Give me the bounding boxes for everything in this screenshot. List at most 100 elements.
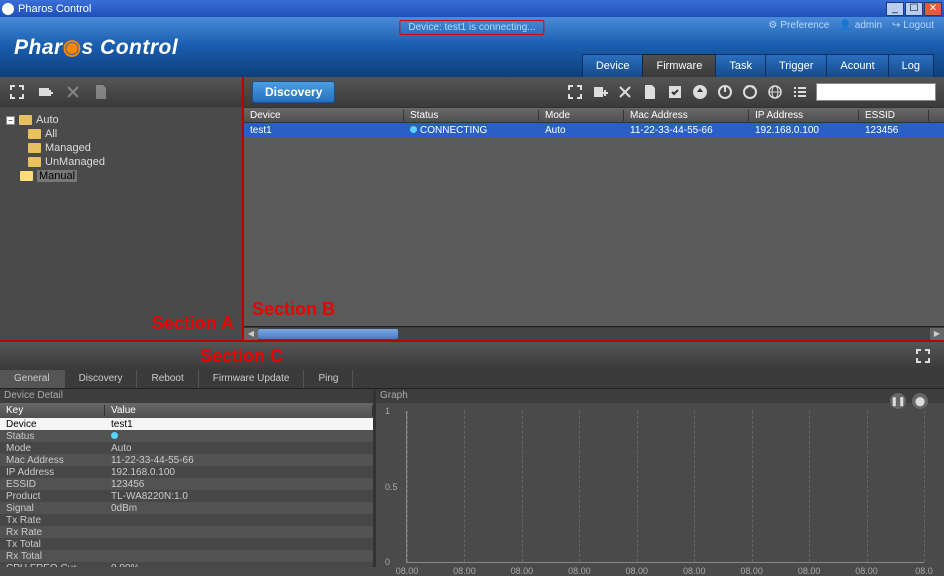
- pause-icon[interactable]: ❚❚: [890, 393, 906, 409]
- main-nav: Device Firmware Task Trigger Acount Log: [583, 54, 934, 77]
- horizontal-scrollbar[interactable]: ◀ ▶: [244, 326, 944, 340]
- status-dot-icon: [410, 126, 417, 133]
- detail-row[interactable]: Signal0dBm: [0, 502, 373, 514]
- tree-node-unmanaged[interactable]: UnManaged: [28, 155, 236, 169]
- search-input[interactable]: [816, 83, 936, 101]
- scroll-track[interactable]: [258, 328, 930, 340]
- detail-row[interactable]: Rx Total: [0, 550, 373, 562]
- tab-device[interactable]: Device: [582, 54, 644, 77]
- dtab-reboot[interactable]: Reboot: [137, 370, 198, 388]
- discovery-button[interactable]: Discovery: [252, 81, 335, 103]
- sidebar: − Auto All Managed UnManaged Manual Sect…: [0, 77, 244, 340]
- detail-row[interactable]: Tx Total: [0, 538, 373, 550]
- device-tree: − Auto All Managed UnManaged Manual: [0, 107, 242, 340]
- col-mode[interactable]: Mode: [539, 110, 624, 121]
- detail-row[interactable]: Devicetest1: [0, 418, 373, 430]
- remove-icon[interactable]: [616, 83, 634, 101]
- close-button[interactable]: ✕: [924, 2, 942, 16]
- tree-node-all[interactable]: All: [28, 127, 236, 141]
- sidebar-toolbar: [0, 77, 242, 107]
- detail-row[interactable]: Rx Rate: [0, 526, 373, 538]
- col-essid[interactable]: ESSID: [859, 110, 929, 121]
- folder-icon: [20, 171, 33, 181]
- globe-icon[interactable]: [766, 83, 784, 101]
- scroll-thumb[interactable]: [258, 329, 398, 339]
- window-titlebar: Pharos Control _ ☐ ✕: [0, 0, 944, 17]
- detail-row[interactable]: ModeAuto: [0, 442, 373, 454]
- add-group-icon[interactable]: [36, 83, 54, 101]
- app-icon: [2, 3, 14, 15]
- upgrade-icon[interactable]: [691, 83, 709, 101]
- user-links: ⚙ Preference 👤 admin ↪ Logout: [768, 20, 934, 31]
- app-logo: Phar◉s Control: [14, 35, 178, 60]
- section-b-label: Section B: [252, 299, 335, 320]
- delete-icon[interactable]: [64, 83, 82, 101]
- list-icon[interactable]: [791, 83, 809, 101]
- record-icon[interactable]: ⬤: [912, 393, 928, 409]
- tree-node-manual[interactable]: Manual: [6, 169, 236, 183]
- detail-row[interactable]: ProductTL-WA8220N:1.0: [0, 490, 373, 502]
- tab-firmware[interactable]: Firmware: [642, 54, 716, 77]
- detail-rows: Devicetest1StatusModeAutoMac Address11-2…: [0, 418, 373, 567]
- tab-log[interactable]: Log: [888, 54, 934, 77]
- detail-row[interactable]: IP Address192.168.0.100: [0, 466, 373, 478]
- detail-grid-header: Key Value: [0, 403, 373, 418]
- detail-row[interactable]: Mac Address11-22-33-44-55-66: [0, 454, 373, 466]
- device-grid-body: test1 CONNECTING Auto 11-22-33-44-55-66 …: [244, 123, 944, 326]
- clock-icon[interactable]: [741, 83, 759, 101]
- expand-icon[interactable]: [566, 83, 584, 101]
- folder-icon: [28, 129, 41, 139]
- preference-link[interactable]: ⚙ Preference: [768, 20, 829, 31]
- add-device-icon[interactable]: [591, 83, 609, 101]
- graph-panel: Graph ❚❚ ⬤ 10.5008.0008.0008.0008.0008.0…: [376, 389, 944, 567]
- tab-trigger[interactable]: Trigger: [765, 54, 827, 77]
- device-grid-header: Device Status Mode Mac Address IP Addres…: [244, 107, 944, 123]
- dtab-ping[interactable]: Ping: [304, 370, 353, 388]
- dtab-discovery[interactable]: Discovery: [65, 370, 138, 388]
- folder-icon: [28, 143, 41, 153]
- section-c-label: Section C: [200, 346, 283, 367]
- graph-title: Graph: [376, 389, 944, 403]
- device-detail-panel: Device Detail Key Value Devicetest1Statu…: [0, 389, 376, 567]
- user-link[interactable]: 👤 admin: [839, 20, 882, 31]
- scroll-left-icon[interactable]: ◀: [244, 328, 258, 340]
- edit-icon[interactable]: [641, 83, 659, 101]
- dtab-general[interactable]: General: [0, 370, 65, 388]
- table-row[interactable]: test1 CONNECTING Auto 11-22-33-44-55-66 …: [244, 123, 944, 137]
- collapse-icon[interactable]: −: [6, 116, 15, 125]
- main-panel: Discovery Device Status Mode Mac Address…: [244, 77, 944, 340]
- main-toolbar: Discovery: [244, 77, 944, 107]
- file-icon[interactable]: [92, 83, 110, 101]
- device-detail-title: Device Detail: [0, 389, 373, 403]
- detail-row[interactable]: ESSID123456: [0, 478, 373, 490]
- window-title: Pharos Control: [18, 3, 91, 15]
- section-a-label: Section A: [152, 313, 234, 334]
- col-device[interactable]: Device: [244, 110, 404, 121]
- tree-node-managed[interactable]: Managed: [28, 141, 236, 155]
- section-c-header: Section C: [0, 340, 944, 370]
- folder-icon: [19, 115, 32, 125]
- maximize-button[interactable]: ☐: [905, 2, 923, 16]
- minimize-button[interactable]: _: [886, 2, 904, 16]
- tab-task[interactable]: Task: [715, 54, 766, 77]
- expand-icon[interactable]: [8, 83, 26, 101]
- detail-row[interactable]: Status: [0, 430, 373, 442]
- tree-node-auto[interactable]: − Auto: [6, 113, 236, 127]
- check-icon[interactable]: [666, 83, 684, 101]
- col-mac[interactable]: Mac Address: [624, 110, 749, 121]
- detail-tabs: General Discovery Reboot Firmware Update…: [0, 370, 944, 389]
- tab-account[interactable]: Acount: [826, 54, 888, 77]
- status-message: Device: test1 is connecting...: [399, 20, 544, 35]
- graph-area: 10.5008.0008.0008.0008.0008.0008.0008.00…: [406, 411, 924, 563]
- fullscreen-icon[interactable]: [914, 347, 932, 365]
- detail-row[interactable]: CPU FREQ Cur0.00%: [0, 562, 373, 567]
- col-status[interactable]: Status: [404, 110, 539, 121]
- scroll-right-icon[interactable]: ▶: [930, 328, 944, 340]
- detail-row[interactable]: Tx Rate: [0, 514, 373, 526]
- col-ip[interactable]: IP Address: [749, 110, 859, 121]
- dtab-firmware-update[interactable]: Firmware Update: [199, 370, 305, 388]
- power-icon[interactable]: [716, 83, 734, 101]
- header-banner: Device: test1 is connecting... ⚙ Prefere…: [0, 17, 944, 77]
- logout-link[interactable]: ↪ Logout: [892, 20, 934, 31]
- folder-icon: [28, 157, 41, 167]
